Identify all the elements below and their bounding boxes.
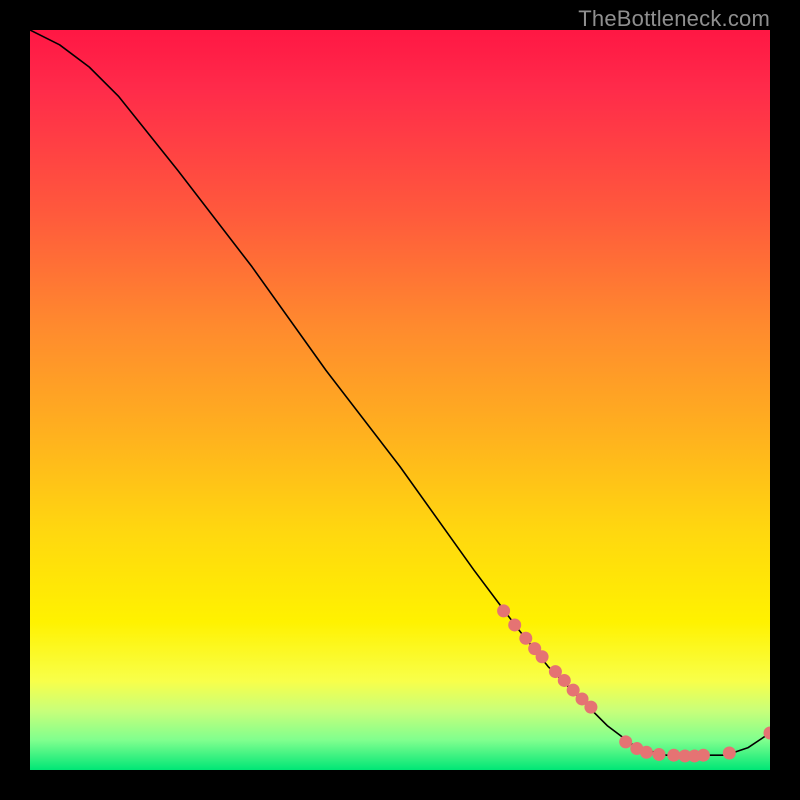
data-point-marker	[653, 748, 666, 761]
data-point-marker	[497, 604, 510, 617]
marker-group	[497, 604, 770, 762]
data-point-marker	[640, 746, 653, 759]
data-point-marker	[667, 749, 680, 762]
plot-area	[30, 30, 770, 770]
data-point-marker	[697, 749, 710, 762]
data-point-marker	[508, 618, 521, 631]
chart-stage: TheBottleneck.com	[0, 0, 800, 800]
data-point-marker	[723, 746, 736, 759]
chart-svg	[30, 30, 770, 770]
data-point-marker	[584, 701, 597, 714]
data-point-marker	[619, 735, 632, 748]
bottleneck-curve	[30, 30, 770, 755]
data-point-marker	[536, 650, 549, 663]
watermark-text: TheBottleneck.com	[578, 6, 770, 32]
data-point-marker	[519, 632, 532, 645]
data-point-marker	[558, 674, 571, 687]
